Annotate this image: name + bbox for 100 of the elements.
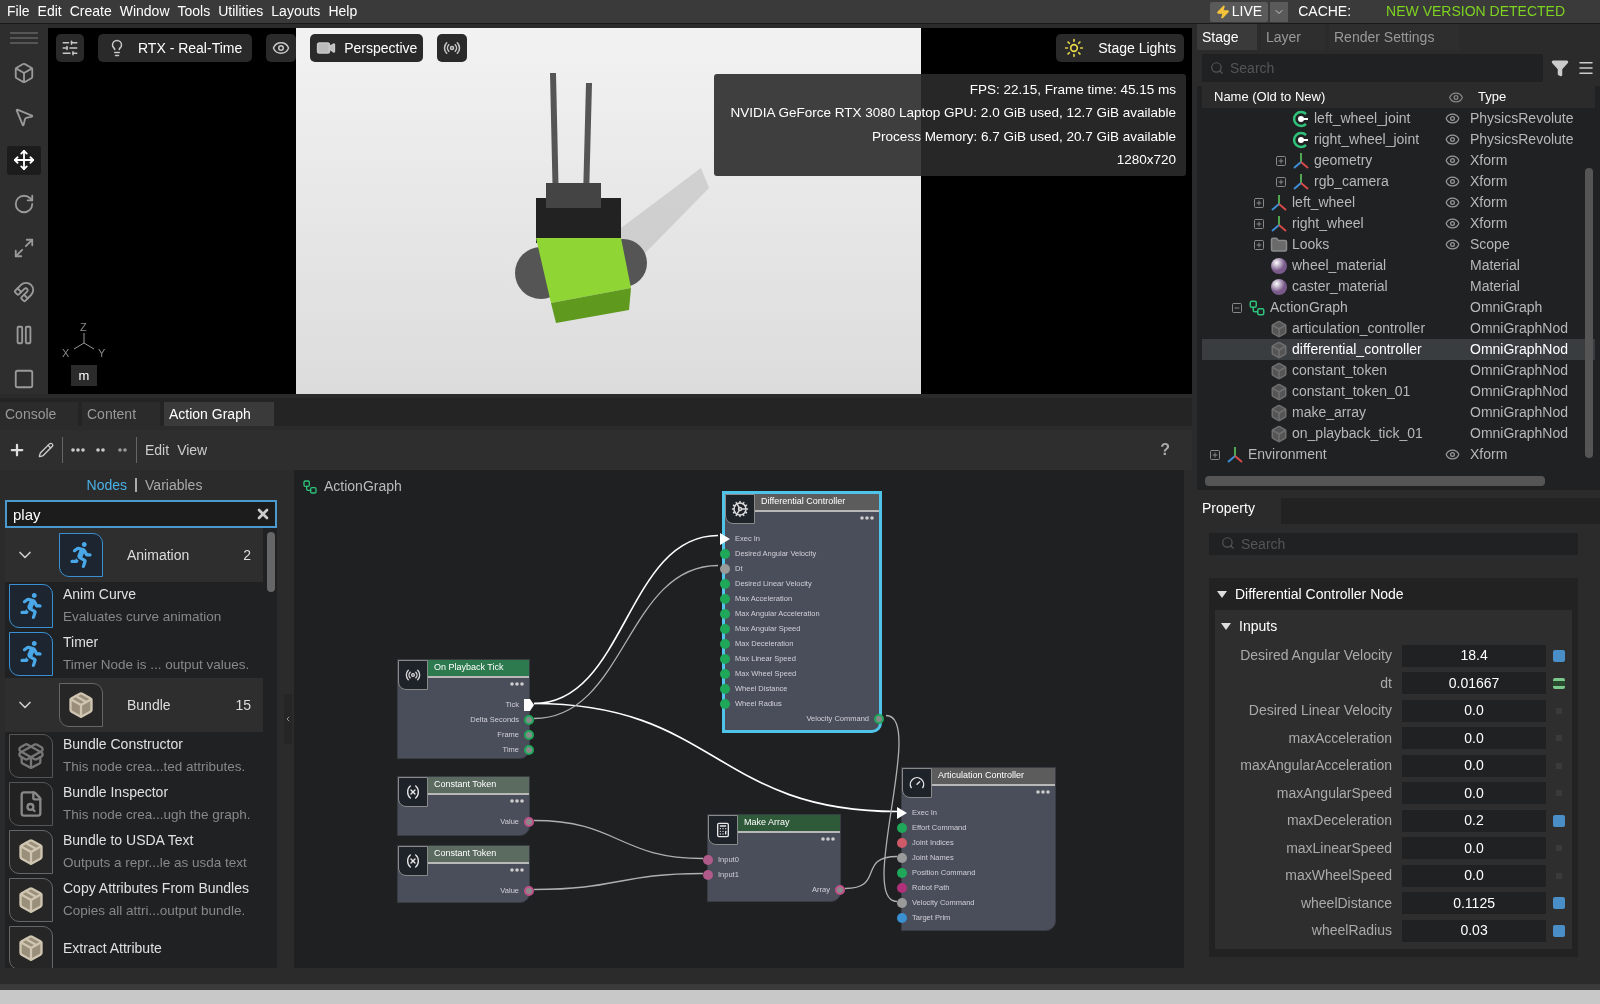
input-port[interactable] bbox=[897, 867, 907, 878]
input-port[interactable] bbox=[720, 563, 730, 574]
menu-item[interactable]: File bbox=[7, 1, 30, 22]
output-port[interactable] bbox=[524, 744, 534, 755]
tree-row[interactable]: Looks Scope bbox=[1202, 234, 1595, 255]
output-port[interactable] bbox=[524, 816, 534, 827]
search-field[interactable]: play bbox=[5, 500, 277, 528]
tree-row[interactable]: Environment Xform bbox=[1202, 444, 1595, 465]
more-icon[interactable] bbox=[1036, 790, 1051, 794]
input-port[interactable] bbox=[897, 912, 907, 923]
tree-row[interactable]: ActionGraph OmniGraph bbox=[1202, 297, 1595, 318]
input-port[interactable] bbox=[720, 683, 730, 694]
tree-row[interactable]: left_wheel Xform bbox=[1202, 192, 1595, 213]
expand-icon[interactable] bbox=[1275, 154, 1287, 167]
visibility-icon[interactable] bbox=[1444, 153, 1460, 168]
node-list-item[interactable]: Copy Attributes From Bundles Copies all attri...output bundle. bbox=[5, 876, 277, 924]
more-icon[interactable] bbox=[860, 516, 875, 520]
visibility-button[interactable] bbox=[266, 34, 297, 62]
expand-icon[interactable] bbox=[1209, 448, 1221, 461]
render-mode-button[interactable]: RTX - Real-Time bbox=[98, 34, 253, 62]
tool-button[interactable] bbox=[7, 145, 41, 176]
input-port[interactable] bbox=[897, 852, 907, 863]
settings-button[interactable] bbox=[56, 34, 84, 62]
input-port[interactable] bbox=[720, 653, 730, 664]
menu-item[interactable]: Create bbox=[69, 1, 112, 22]
value-field[interactable]: 0.0 bbox=[1402, 837, 1547, 860]
value-field[interactable]: 0.0 bbox=[1402, 864, 1547, 887]
scrollbar[interactable] bbox=[1205, 476, 1545, 486]
input-port[interactable] bbox=[720, 638, 730, 649]
graph-node[interactable] bbox=[722, 491, 882, 733]
expand-icon[interactable] bbox=[1253, 217, 1265, 230]
tree-row[interactable]: differential_controller OmniGraphNod bbox=[1202, 339, 1595, 360]
input-port[interactable] bbox=[897, 822, 907, 833]
collapse-icon[interactable] bbox=[1231, 301, 1243, 314]
more-icon[interactable] bbox=[510, 868, 525, 872]
input-port[interactable] bbox=[703, 854, 713, 865]
toolbar-menu[interactable]: Edit bbox=[145, 439, 170, 461]
expand-icon[interactable] bbox=[1253, 196, 1265, 209]
visibility-icon[interactable] bbox=[1444, 132, 1460, 147]
output-port[interactable] bbox=[524, 729, 534, 740]
tree-row[interactable]: rgb_camera Xform bbox=[1202, 171, 1595, 192]
visibility-icon[interactable] bbox=[1444, 174, 1460, 189]
panel-tab[interactable]: Action Graph bbox=[164, 402, 274, 426]
visibility-icon[interactable] bbox=[1444, 111, 1460, 126]
input-port[interactable] bbox=[720, 578, 730, 589]
triangle-icon[interactable] bbox=[1217, 590, 1227, 598]
units-label[interactable]: m bbox=[70, 364, 98, 386]
visibility-icon[interactable] bbox=[1444, 447, 1460, 462]
exec-port[interactable] bbox=[720, 532, 730, 545]
menu-item[interactable]: Edit bbox=[37, 1, 62, 22]
value-field[interactable]: 0.1125 bbox=[1402, 892, 1547, 915]
category-header[interactable]: Animation 2 bbox=[5, 528, 263, 582]
menu-item[interactable]: Utilities bbox=[218, 1, 264, 22]
more-icon[interactable] bbox=[510, 799, 525, 803]
input-port[interactable] bbox=[720, 608, 730, 619]
section-header[interactable]: Differential Controller Node bbox=[1209, 578, 1578, 610]
node-list-item[interactable]: Timer Timer Node is ... output values. bbox=[5, 630, 277, 678]
tree-row[interactable]: make_array OmniGraphNod bbox=[1202, 402, 1595, 423]
menu-item[interactable]: Window bbox=[119, 1, 170, 22]
panel-tab[interactable]: Property bbox=[1197, 498, 1281, 524]
input-port[interactable] bbox=[703, 869, 713, 880]
value-field[interactable]: 0.2 bbox=[1402, 809, 1547, 832]
output-port[interactable] bbox=[874, 713, 884, 724]
output-port[interactable] bbox=[524, 885, 534, 896]
tree-row[interactable]: constant_token OmniGraphNod bbox=[1202, 360, 1595, 381]
dots-icon[interactable] bbox=[71, 448, 86, 452]
value-field[interactable]: 0.0 bbox=[1402, 782, 1547, 805]
help-button[interactable]: ? bbox=[1160, 438, 1170, 462]
tree-row[interactable]: constant_token_01 OmniGraphNod bbox=[1202, 381, 1595, 402]
value-field[interactable]: 0.0 bbox=[1402, 754, 1547, 777]
tree-row[interactable]: right_wheel_joint PhysicsRevolute bbox=[1202, 129, 1595, 150]
panel-tab[interactable]: Content bbox=[82, 402, 160, 426]
node-list-item[interactable]: Bundle Inspector This node crea...ugh the graph. bbox=[5, 780, 277, 828]
stage-lights-button[interactable]: Stage Lights bbox=[1056, 34, 1184, 62]
input-port[interactable] bbox=[720, 668, 730, 679]
more-icon[interactable] bbox=[821, 837, 836, 841]
camera-button[interactable]: Perspective bbox=[310, 34, 424, 62]
input-port[interactable] bbox=[897, 837, 907, 848]
live-button[interactable]: LIVE bbox=[1209, 1, 1269, 22]
input-port[interactable] bbox=[720, 623, 730, 634]
category-header[interactable]: Bundle 15 bbox=[5, 678, 263, 732]
output-port[interactable] bbox=[835, 884, 845, 895]
node-list-item[interactable]: Anim Curve Evaluates curve animation bbox=[5, 582, 277, 630]
clear-icon[interactable] bbox=[255, 506, 271, 522]
tree-row[interactable]: left_wheel_joint PhysicsRevolute bbox=[1202, 108, 1595, 129]
output-port[interactable] bbox=[524, 714, 534, 725]
menu-icon[interactable] bbox=[1577, 59, 1595, 77]
scrollbar[interactable] bbox=[267, 532, 275, 592]
menu-item[interactable]: Help bbox=[328, 1, 358, 22]
visibility-icon[interactable] bbox=[1444, 216, 1460, 231]
value-field[interactable]: 0.01667 bbox=[1402, 672, 1547, 695]
dots-icon[interactable] bbox=[118, 448, 128, 452]
input-port[interactable] bbox=[720, 698, 730, 709]
group-header[interactable]: Inputs bbox=[1215, 610, 1572, 642]
tree-row[interactable]: geometry Xform bbox=[1202, 150, 1595, 171]
input-port[interactable] bbox=[720, 548, 730, 559]
visibility-icon[interactable] bbox=[1444, 195, 1460, 210]
value-field[interactable]: 0.03 bbox=[1402, 919, 1547, 942]
input-port[interactable] bbox=[897, 897, 907, 908]
exec-port[interactable] bbox=[524, 698, 534, 711]
